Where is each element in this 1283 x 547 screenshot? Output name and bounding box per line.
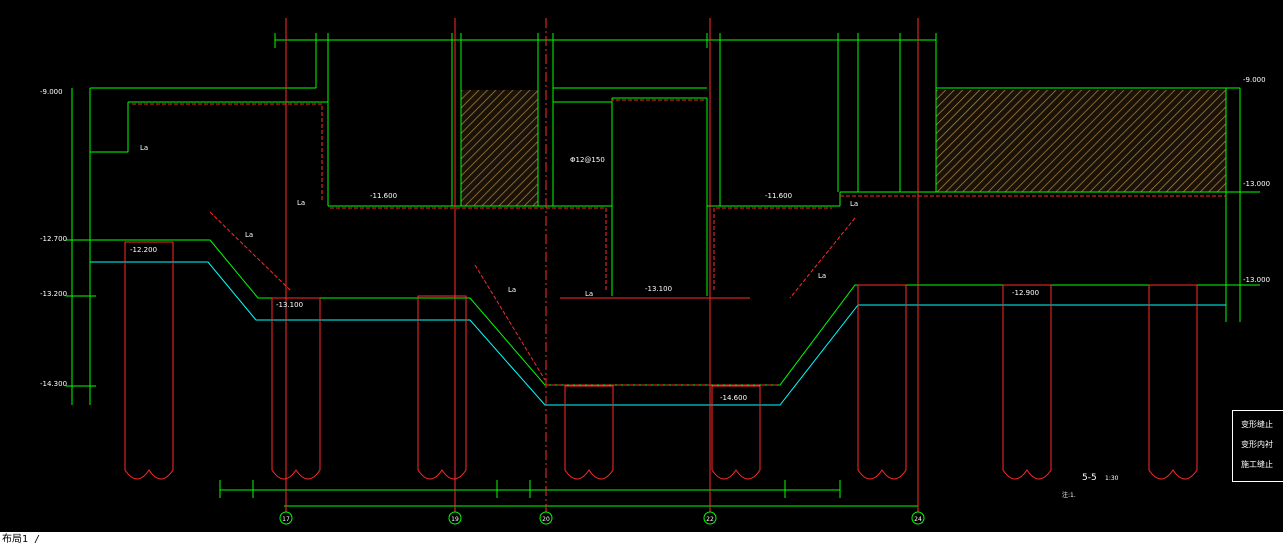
section-scale: 1:30 — [1105, 475, 1119, 482]
annotation-labels: La La La La La La La Φ12@150 5-5 1:30 注:… — [140, 144, 1119, 499]
axis-label-24: 24 — [914, 516, 922, 523]
legend-line-3: 施工缝止 — [1241, 460, 1273, 469]
pile-4 — [564, 385, 614, 480]
legend-line-1: 变形缝止 — [1241, 420, 1273, 429]
pile-8 — [1148, 284, 1198, 480]
legend-box: 变形缝止 变形内衬 施工缝止 — [1232, 410, 1283, 482]
level-pit-mid: -13.100 — [645, 285, 672, 293]
pile-7 — [1002, 284, 1052, 480]
pile-6 — [857, 284, 907, 480]
la-label-5: La — [585, 290, 593, 298]
axis-lines — [285, 18, 919, 512]
section-title: 5-5 — [1082, 473, 1097, 483]
la-label-1: La — [140, 144, 148, 152]
la-label-3: La — [245, 231, 253, 239]
level-top-left: -9.000 — [40, 88, 63, 96]
level-pile-left-top: -12.200 — [130, 246, 157, 254]
level-l3: -14.300 — [40, 380, 67, 388]
axis-label-22: 22 — [706, 516, 714, 523]
axis-bubbles: 17 19 20 22 24 — [279, 511, 925, 525]
la-label-2: La — [297, 199, 305, 207]
axis-label-20: 20 — [542, 516, 550, 523]
rebar-label: Φ12@150 — [570, 156, 605, 164]
la-label-7: La — [818, 272, 826, 280]
level-slab-left: -11.600 — [370, 192, 397, 200]
la-label-4: La — [508, 286, 516, 294]
soil-hatch-right — [936, 90, 1226, 192]
axis-label-17: 17 — [282, 516, 290, 523]
pile-3 — [417, 295, 467, 480]
layout-tab-bar[interactable]: 布局1 / — [0, 532, 1283, 547]
la-label-6: La — [850, 200, 858, 208]
level-l2: -13.200 — [40, 290, 67, 298]
pile-1 — [124, 241, 174, 480]
legend-line-2: 变形内衬 — [1241, 440, 1273, 449]
level-pit-bottom: -14.600 — [720, 394, 747, 402]
axis-label-19: 19 — [451, 516, 459, 523]
level-base-left: -13.100 — [276, 301, 303, 309]
level-right-mid: -13.000 — [1243, 180, 1270, 188]
level-base-right: -12.900 — [1012, 289, 1039, 297]
soil-hatch-left — [461, 90, 538, 206]
pile-2 — [271, 297, 321, 480]
notes-title: 注:1. — [1062, 491, 1076, 499]
cad-section-drawing[interactable]: 17 19 20 22 24 -9.000 -9.000 -12.700 -13… — [0, 0, 1283, 547]
level-top-right: -9.000 — [1243, 76, 1266, 84]
level-l1: -12.700 — [40, 235, 67, 243]
level-slab-right: -11.600 — [765, 192, 792, 200]
level-right-low: -13.000 — [1243, 276, 1270, 284]
layout-tab-label[interactable]: 布局1 / — [2, 534, 40, 545]
